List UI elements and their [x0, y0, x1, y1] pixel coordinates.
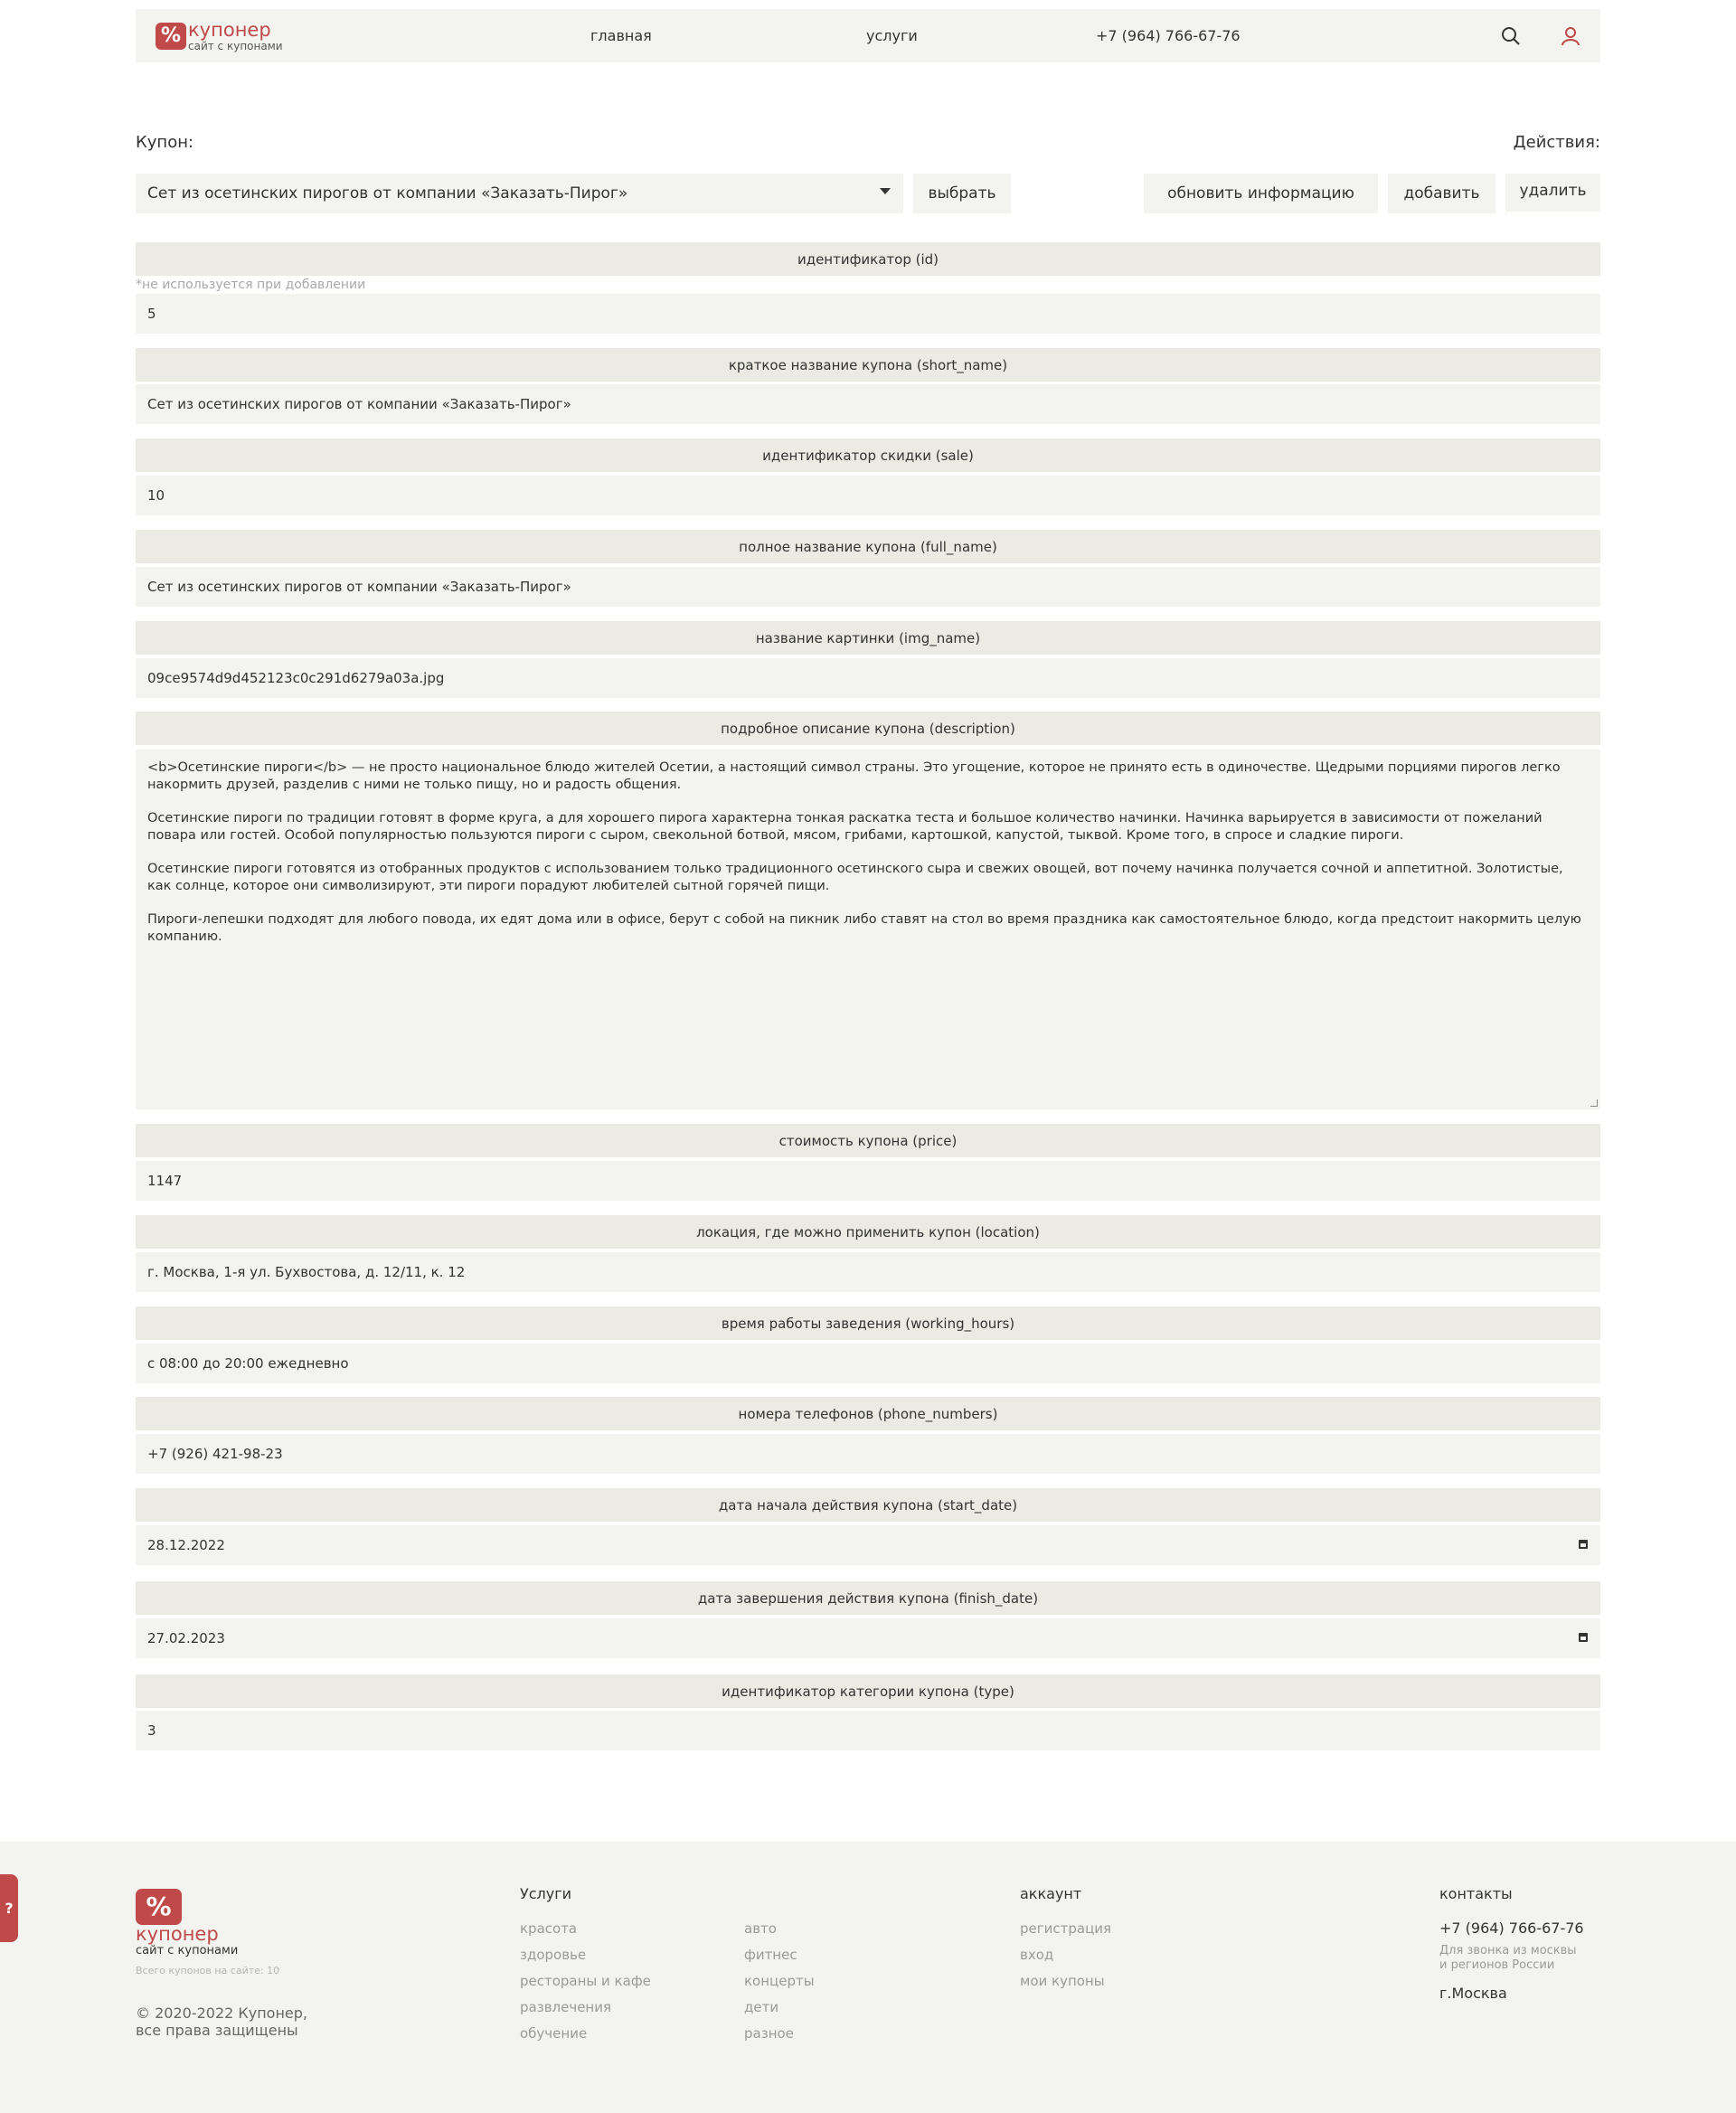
type-input[interactable]: 3 — [136, 1711, 1600, 1750]
nav-home-link[interactable]: главная — [590, 27, 652, 44]
footer-logo-tagline: сайт с купонами — [136, 1944, 239, 1957]
description-paragraph: Осетинские пироги готовятся из отобранны… — [147, 862, 1563, 893]
footer-service-link[interactable]: обучение — [520, 2025, 587, 2042]
copyright-line: все права защищены — [136, 2022, 298, 2039]
logo-mark-icon: % — [156, 22, 186, 50]
field-header-id: идентификатор (id) — [136, 242, 1600, 276]
footer-service-link[interactable]: здоровье — [520, 1947, 586, 1963]
footer-service-link[interactable]: развлечения — [520, 1999, 611, 2015]
footer-service-link[interactable]: фитнес — [744, 1947, 797, 1963]
site-logo[interactable]: % купонер сайт с купонами — [156, 18, 283, 52]
footer-services-heading: Услуги — [520, 1885, 572, 1902]
field-header-description: подробное описание купона (description) — [136, 712, 1600, 745]
site-header: % купонер сайт с купонами главная услуги… — [136, 9, 1600, 62]
full-name-input[interactable]: Сет из осетинских пирогов от компании «З… — [136, 567, 1600, 607]
copyright-line: © 2020-2022 Купонер, — [136, 2005, 308, 2022]
short-name-input[interactable]: Сет из осетинских пирогов от компании «З… — [136, 384, 1600, 424]
footer-account-link[interactable]: мои купоны — [1020, 1973, 1105, 1989]
footer-phone-link[interactable]: +7 (964) 766-67-76 — [1439, 1920, 1584, 1937]
actions-label: Действия: — [1513, 133, 1600, 152]
footer-service-link[interactable]: дети — [744, 1999, 778, 2015]
description-paragraph: Осетинские пироги по традиции готовят в … — [147, 811, 1543, 843]
phone-note-line: Для звонка из москвы — [1439, 1944, 1577, 1957]
field-header-type: идентификатор категории купона (type) — [136, 1674, 1600, 1708]
coupon-label: Купон: — [136, 133, 194, 152]
search-icon[interactable] — [1499, 24, 1523, 48]
working-hours-input[interactable]: с 08:00 до 20:00 ежедневно — [136, 1344, 1600, 1383]
footer-service-link[interactable]: разное — [744, 2025, 794, 2042]
location-input[interactable]: г. Москва, 1-я ул. Бухвостова, д. 12/11,… — [136, 1252, 1600, 1292]
footer-logo-name: купонер — [136, 1923, 219, 1945]
footer-service-link[interactable]: концерты — [744, 1973, 815, 1989]
footer-account-link[interactable]: регистрация — [1020, 1920, 1111, 1937]
field-header-start-date: дата начала действия купона (start_date) — [136, 1488, 1600, 1522]
footer-contacts-heading: контакты — [1439, 1885, 1513, 1902]
field-header-full-name: полное название купона (full_name) — [136, 530, 1600, 563]
phone-note-line: и регионов России — [1439, 1958, 1555, 1972]
field-header-working-hours: время работы заведения (working_hours) — [136, 1306, 1600, 1340]
start-date-value: 28.12.2022 — [147, 1537, 225, 1553]
finish-date-value: 27.02.2023 — [147, 1630, 225, 1646]
description-paragraph: <b>Осетинские пироги</b> — не просто нац… — [147, 760, 1561, 792]
total-coupons-text: Всего купонов на сайте: 10 — [136, 1965, 280, 1976]
logo-name: купонер — [188, 18, 271, 41]
nav-services-link[interactable]: услуги — [866, 27, 918, 44]
chevron-down-icon — [880, 188, 891, 194]
add-button[interactable]: добавить — [1388, 174, 1495, 213]
footer-logo-mark-icon[interactable]: % — [136, 1889, 182, 1925]
finish-date-input[interactable]: 27.02.2023 — [136, 1618, 1600, 1658]
resize-handle-icon[interactable] — [1590, 1099, 1598, 1107]
logo-tagline: сайт с купонами — [188, 39, 283, 52]
field-header-location: локация, где можно применить купон (loca… — [136, 1215, 1600, 1249]
update-button[interactable]: обновить информацию — [1144, 174, 1378, 213]
header-phone-link[interactable]: +7 (964) 766-67-76 — [1096, 27, 1241, 44]
id-field-note: *не используется при добавлении — [136, 278, 366, 292]
site-footer — [0, 1842, 1736, 2113]
field-header-price: стоимость купона (price) — [136, 1124, 1600, 1157]
field-header-phone-numbers: номера телефонов (phone_numbers) — [136, 1397, 1600, 1430]
field-header-img-name: название картинки (img_name) — [136, 621, 1600, 655]
field-header-finish-date: дата завершения действия купона (finish_… — [136, 1581, 1600, 1615]
id-input[interactable]: 5 — [136, 294, 1600, 334]
footer-account-heading: аккаунт — [1020, 1885, 1082, 1902]
field-header-sale: идентификатор скидки (sale) — [136, 439, 1600, 472]
calendar-icon[interactable] — [1579, 1633, 1588, 1642]
coupon-select-value: Сет из осетинских пирогов от компании «З… — [147, 184, 628, 203]
calendar-icon[interactable] — [1579, 1540, 1588, 1549]
footer-service-link[interactable]: красота — [520, 1920, 577, 1937]
img-name-input[interactable]: 09ce9574d9d452123c0c291d6279a03a.jpg — [136, 658, 1600, 698]
copyright-text: © 2020-2022 Купонер, все права защищены — [136, 2005, 353, 2039]
user-icon[interactable] — [1559, 24, 1582, 48]
description-textarea[interactable]: <b>Осетинские пироги</b> — не просто нац… — [136, 750, 1600, 1109]
description-paragraph: Пироги-лепешки подходят для любого повод… — [147, 912, 1581, 944]
price-input[interactable]: 1147 — [136, 1161, 1600, 1201]
coupon-select[interactable]: Сет из осетинских пирогов от компании «З… — [136, 174, 903, 213]
footer-service-link[interactable]: рестораны и кафе — [520, 1973, 651, 1989]
footer-account-link[interactable]: вход — [1020, 1947, 1053, 1963]
footer-phone-note: Для звонка из москвы и регионов России — [1439, 1944, 1602, 1973]
footer-service-link[interactable]: авто — [744, 1920, 777, 1937]
help-button[interactable]: ? — [0, 1874, 18, 1942]
field-header-short-name: краткое название купона (short_name) — [136, 348, 1600, 382]
footer-city: г.Москва — [1439, 1985, 1507, 2002]
sale-input[interactable]: 10 — [136, 476, 1600, 515]
start-date-input[interactable]: 28.12.2022 — [136, 1525, 1600, 1565]
phone-numbers-input[interactable]: +7 (926) 421-98-23 — [136, 1434, 1600, 1474]
choose-button[interactable]: выбрать — [913, 174, 1011, 213]
delete-button[interactable]: удалить — [1505, 174, 1600, 212]
